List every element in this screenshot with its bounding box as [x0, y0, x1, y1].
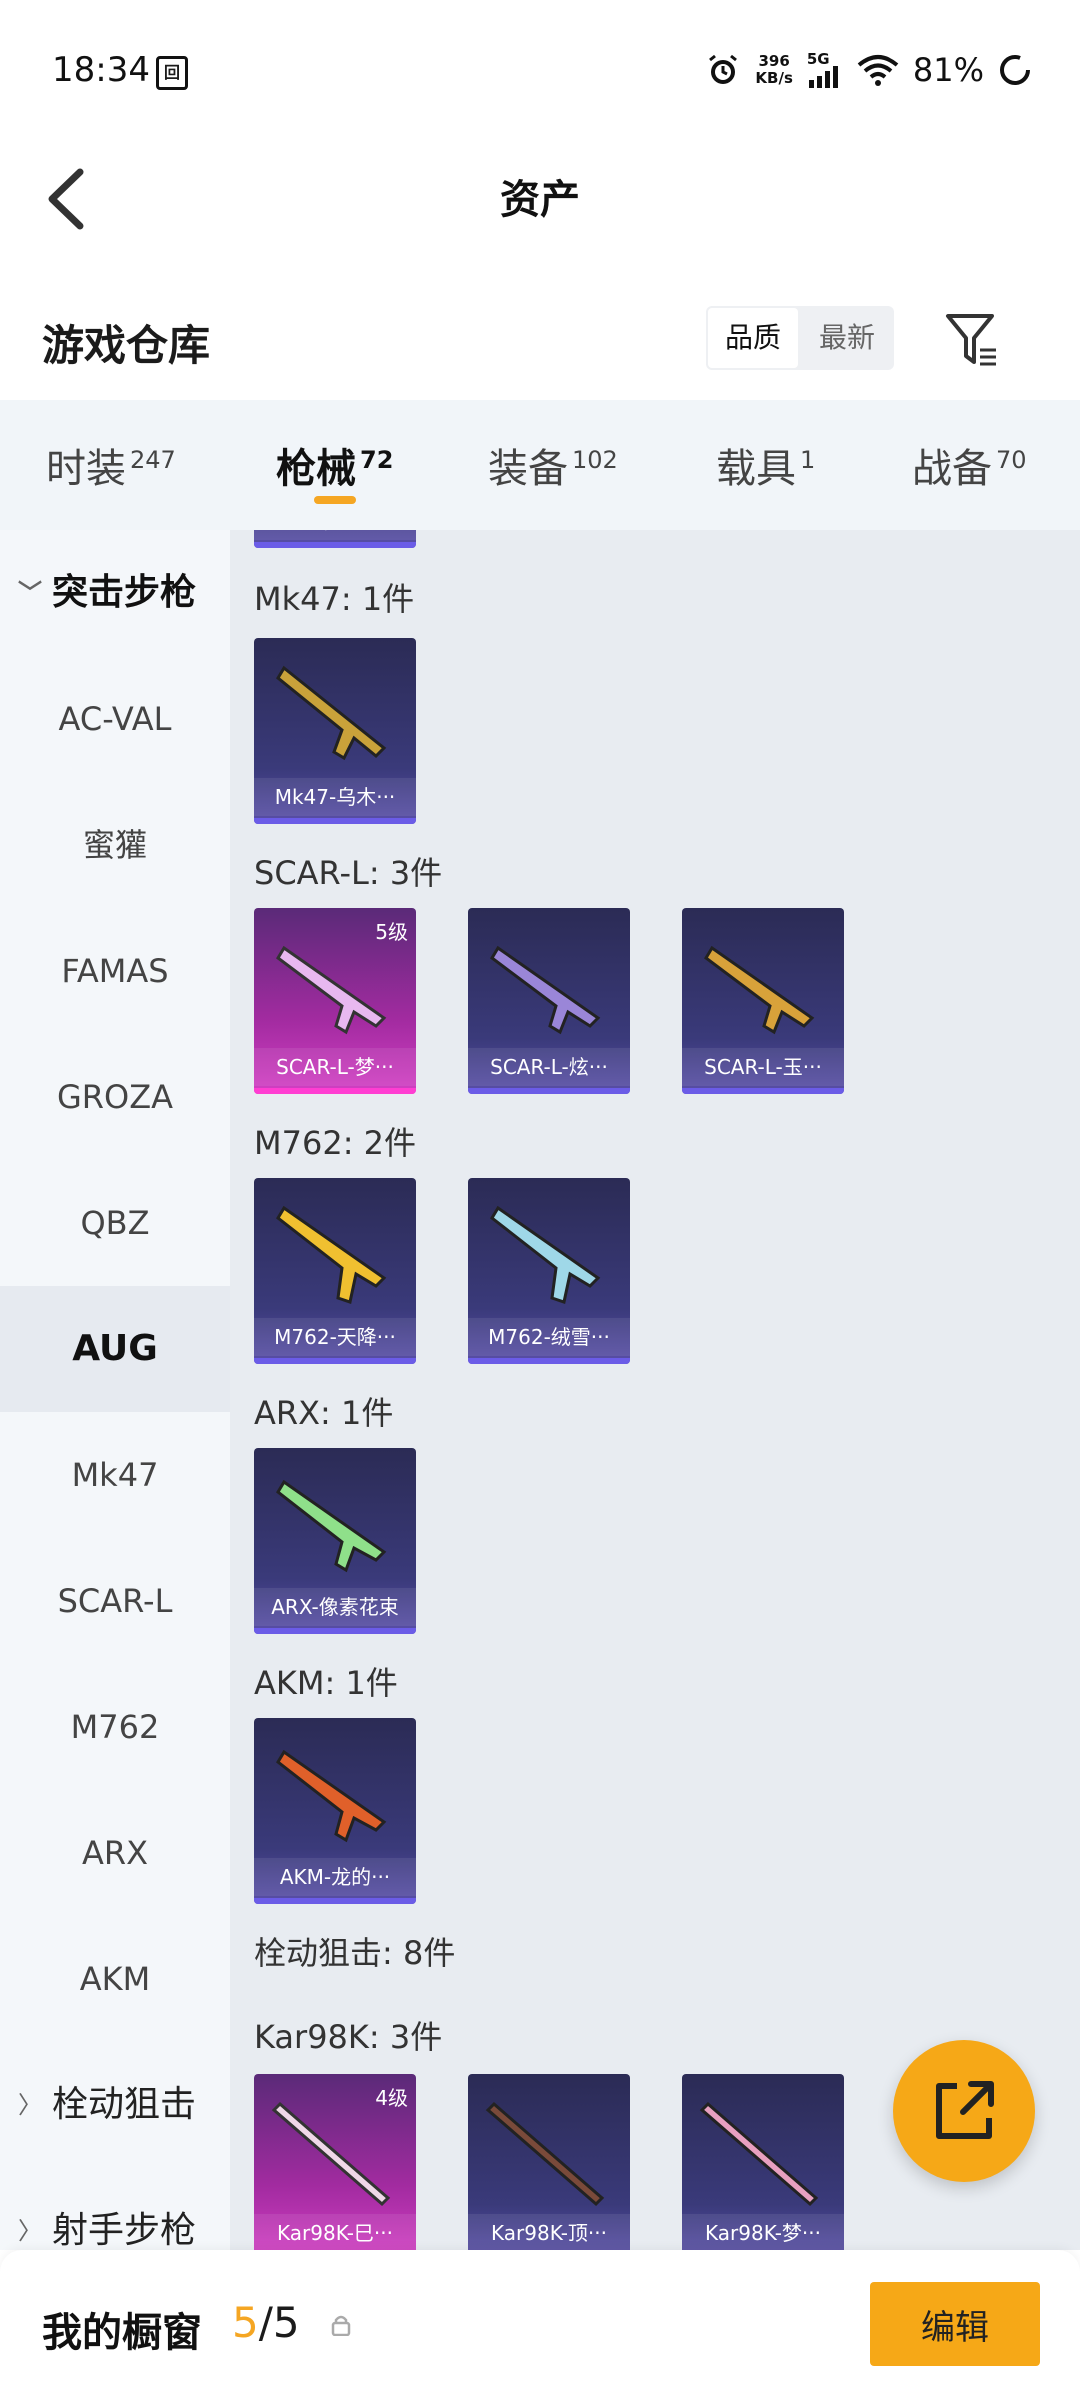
group-label-arx: ARX: 1件	[254, 1394, 394, 1432]
rifle-icon	[490, 945, 601, 1035]
sidebar-group-bolt-sniper[interactable]: 〉 栓动狙击	[0, 2042, 230, 2168]
sidebar-item-ac-val[interactable]: AC-VAL	[0, 656, 230, 782]
showcase-label: 我的橱窗	[42, 2310, 202, 2356]
rifle-icon	[276, 665, 387, 761]
battery-percent: 81%	[912, 51, 984, 89]
lock-icon	[331, 2315, 351, 2336]
rifle-icon	[704, 945, 815, 1035]
sidebar-item-aug[interactable]: AUG	[0, 1286, 230, 1412]
sidebar-item-m762[interactable]: M762	[0, 1664, 230, 1790]
chevron-right-icon: 〉	[18, 2091, 42, 2119]
group-label-mk47: Mk47: 1件	[254, 580, 415, 618]
weapon-card[interactable]: M762-天降···	[254, 1178, 416, 1364]
showcase-bar: 我的橱窗 5/5 编辑	[0, 2250, 1080, 2400]
group-label-m762: M762: 2件	[254, 1124, 417, 1162]
sidebar-item-qbz[interactable]: QBZ	[0, 1160, 230, 1286]
tab-equipment[interactable]: 装备 102	[488, 436, 618, 494]
weapon-card[interactable]: M762-绒雪···	[468, 1178, 630, 1364]
status-time: 18:34	[52, 50, 150, 90]
warehouse-header: 游戏仓库 品质 最新	[0, 290, 1080, 400]
weapon-card[interactable]: 4级 Kar98K-巳···	[254, 2074, 416, 2250]
net-speed: 396 KB/s	[755, 52, 793, 87]
weapon-card[interactable]: Mk47-乌木···	[254, 638, 416, 824]
wifi-icon	[857, 55, 899, 86]
weapon-card[interactable]: Kar98K-梦···	[682, 2074, 844, 2250]
tab-outfits[interactable]: 时装 247	[46, 436, 176, 494]
sniper-rifle-icon	[485, 2101, 605, 2207]
sidebar-item-akm[interactable]: AKM	[0, 1916, 230, 2042]
share-button[interactable]	[893, 2040, 1035, 2182]
app-header: 资产	[0, 140, 1080, 260]
weapon-card[interactable]: SCAR-L-炫···	[468, 908, 630, 1094]
weapon-card[interactable]: ARX-像素花束	[254, 1448, 416, 1634]
rifle-icon	[276, 1479, 387, 1573]
sort-quality-button[interactable]: 品质	[708, 308, 798, 368]
showcase-count: 5/5	[232, 2298, 300, 2347]
sniper-rifle-icon	[699, 2101, 819, 2207]
sidebar-item-mk47[interactable]: Mk47	[0, 1412, 230, 1538]
chevron-right-icon: 〉	[18, 2217, 42, 2245]
rifle-icon	[276, 1749, 387, 1843]
sidebar-item-scar-l[interactable]: SCAR-L	[0, 1538, 230, 1664]
group-label-kar98k: Kar98K: 3件	[254, 2018, 443, 2056]
sidebar-item-arx[interactable]: ARX	[0, 1790, 230, 1916]
tab-guns[interactable]: 枪械 72	[276, 436, 393, 494]
filter-icon[interactable]	[944, 310, 1000, 370]
sidebar-item-famas[interactable]: FAMAS	[0, 908, 230, 1034]
active-tab-indicator	[314, 496, 356, 504]
battery-icon	[1000, 55, 1030, 85]
signal-icon: 5G	[807, 52, 843, 88]
sidebar-item-honey-badger[interactable]: 蜜獾	[0, 782, 230, 908]
chevron-down-icon: ﹀	[18, 579, 42, 607]
tab-vehicles[interactable]: 载具 1	[716, 436, 815, 494]
page-title: 资产	[500, 177, 580, 223]
weapon-card[interactable]: 5级 SCAR-L-梦···	[254, 908, 416, 1094]
sim-icon: 回	[156, 56, 188, 90]
sidebar-group-marksman[interactable]: 〉 射手步枪	[0, 2168, 230, 2250]
share-icon	[936, 2081, 994, 2139]
category-tabs: 时装 247 枪械 72 装备 102 载具 1 战备 70	[0, 400, 1080, 530]
warehouse-title: 游戏仓库	[42, 321, 211, 370]
sort-toggle: 品质 最新	[706, 306, 894, 370]
weapon-sidebar: ﹀ 突击步枪 AC-VAL 蜜獾 FAMAS GROZA QBZ AUG Mk4…	[0, 530, 230, 2250]
weapon-card[interactable]: AKM-龙的···	[254, 1718, 416, 1904]
status-bar: 18:34 回 396 KB/s 5G 81%	[0, 0, 1080, 140]
weapon-card[interactable]: Kar98K-顶···	[468, 2074, 630, 2250]
sidebar-group-assault-rifle[interactable]: ﹀ 突击步枪	[0, 530, 230, 656]
rifle-icon	[490, 1205, 601, 1304]
sort-newest-button[interactable]: 最新	[802, 308, 892, 368]
weapon-card-aug[interactable]: AUG-青春音···	[254, 530, 416, 548]
edit-button[interactable]: 编辑	[870, 2282, 1040, 2366]
alarm-icon	[709, 54, 738, 84]
group-label-akm: AKM: 1件	[254, 1664, 398, 1702]
rifle-icon	[276, 1205, 387, 1304]
category-label-bolt-sniper: 栓动狙击: 8件	[254, 1934, 456, 1972]
tab-supplies[interactable]: 战备 70	[912, 436, 1027, 494]
sidebar-item-groza[interactable]: GROZA	[0, 1034, 230, 1160]
weapon-card[interactable]: SCAR-L-玉···	[682, 908, 844, 1094]
weapon-grid: AUG-青春音··· Mk47: 1件 Mk47-乌木··· SCAR-L: 3…	[230, 530, 1080, 2250]
group-label-scar-l: SCAR-L: 3件	[254, 854, 443, 892]
status-indicators: 396 KB/s 5G 81%	[705, 48, 1032, 92]
